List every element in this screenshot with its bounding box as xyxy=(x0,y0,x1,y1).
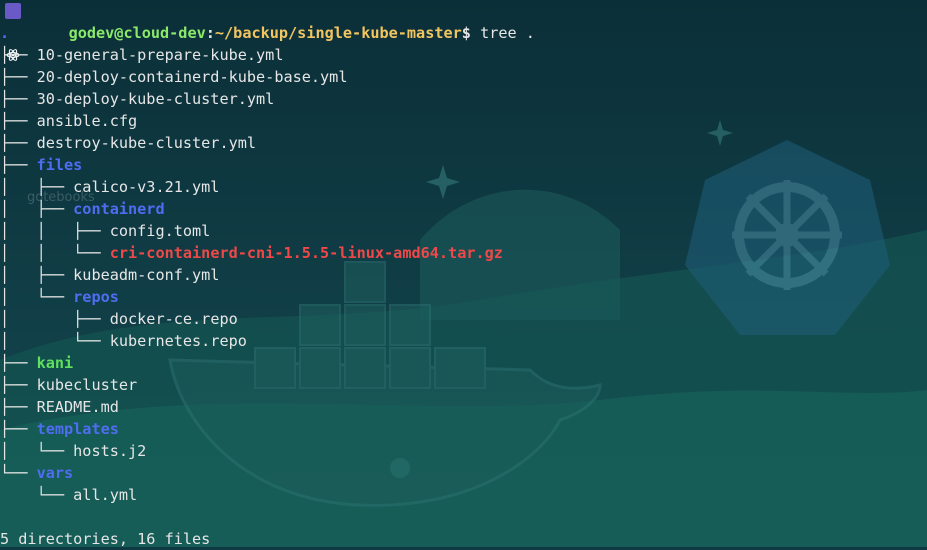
terminal-output[interactable]: godev@cloud-dev:~/backup/single-kube-mas… xyxy=(0,0,927,548)
tree-branch: ├── xyxy=(0,420,37,438)
tree-directory-name: templates xyxy=(36,420,119,438)
prompt-line: godev@cloud-dev:~/backup/single-kube-mas… xyxy=(0,0,535,61)
tree-entry: │ ├── calico-v3.21.yml xyxy=(0,176,219,198)
tree-entry: ├── templates xyxy=(0,418,119,440)
tree-file-name: config.toml xyxy=(109,222,211,240)
tree-entry: │ ├── docker-ce.repo xyxy=(0,308,238,330)
tree-entry: ├── kubecluster xyxy=(0,374,137,396)
tree-entry: │ └── kubernetes.repo xyxy=(0,330,247,352)
tree-entry: ├── files xyxy=(0,154,82,176)
tree-entry: └── vars xyxy=(0,462,73,484)
tree-entry: │ └── hosts.j2 xyxy=(0,440,146,462)
tree-branch: ├── xyxy=(0,376,37,394)
tree-branch: │ │ └── xyxy=(0,244,110,262)
tree-file-name: kubecluster xyxy=(36,376,138,394)
tree-root: . xyxy=(0,24,10,42)
tree-branch: ├── xyxy=(0,398,37,416)
react-atom-icon xyxy=(5,3,21,61)
tree-branch: ├── xyxy=(0,156,37,174)
tree-branch: └── xyxy=(0,486,74,504)
tree-file-name: ansible.cfg xyxy=(36,112,138,130)
tree-branch: ├── xyxy=(0,134,37,152)
tree-branch: │ ├── xyxy=(0,266,74,284)
tree-entry: │ │ ├── config.toml xyxy=(0,220,210,242)
tree-branch: │ │ ├── xyxy=(0,222,110,240)
tree-branch: ├── xyxy=(0,90,37,108)
tree-entry: ├── 20-deploy-containerd-kube-base.yml xyxy=(0,66,347,88)
tree-branch: │ └── xyxy=(0,332,110,350)
tree-entry: │ │ └── cri-containerd-cni-1.5.5-linux-a… xyxy=(0,242,503,264)
tree-file-name: all.yml xyxy=(73,486,138,504)
tree-branch: │ └── xyxy=(0,442,74,460)
tree-file-name: README.md xyxy=(36,398,119,416)
tree-file-name: kani xyxy=(36,354,74,372)
tree-file-name: hosts.j2 xyxy=(73,442,147,460)
tree-entry: │ ├── containerd xyxy=(0,198,165,220)
tree-file-name: calico-v3.21.yml xyxy=(73,178,220,196)
tree-entry: │ ├── kubeadm-conf.yml xyxy=(0,264,219,286)
tree-entry: ├── destroy-kube-cluster.yml xyxy=(0,132,256,154)
tree-file-name: docker-ce.repo xyxy=(109,310,238,328)
tree-branch: ├── xyxy=(0,46,37,64)
tree-branch: ├── xyxy=(0,68,37,86)
tree-file-name: kubernetes.repo xyxy=(109,332,247,350)
prompt-symbol: $ xyxy=(461,24,471,42)
tree-directory-name: containerd xyxy=(73,200,165,218)
tree-branch: │ ├── xyxy=(0,310,110,328)
tree-file-name: 30-deploy-kube-cluster.yml xyxy=(36,90,275,108)
prompt-user-host: godev@cloud-dev xyxy=(68,24,206,42)
tree-branch: └── xyxy=(0,464,37,482)
tree-file-name: 20-deploy-containerd-kube-base.yml xyxy=(36,68,348,86)
tree-directory-name: repos xyxy=(73,288,119,306)
tree-branch: │ └── xyxy=(0,288,74,306)
tree-file-name: kubeadm-conf.yml xyxy=(73,266,220,284)
tree-entry: ├── 10-general-prepare-kube.yml xyxy=(0,44,283,66)
tree-entry: ├── ansible.cfg xyxy=(0,110,137,132)
tree-branch: ├── xyxy=(0,112,37,130)
tree-entry: │ └── repos xyxy=(0,286,119,308)
tree-branch: ├── xyxy=(0,354,37,372)
prompt-command: tree . xyxy=(480,24,535,42)
prompt-path: ~/backup/single-kube-master xyxy=(214,24,462,42)
tree-file-name: destroy-kube-cluster.yml xyxy=(36,134,257,152)
tree-branch: │ ├── xyxy=(0,178,74,196)
tree-file-name: cri-containerd-cni-1.5.5-linux-amd64.tar… xyxy=(109,244,503,262)
tree-entry: └── all.yml xyxy=(0,484,138,506)
tree-entry: ├── 30-deploy-kube-cluster.yml xyxy=(0,88,274,110)
tree-branch: │ ├── xyxy=(0,200,74,218)
prompt-separator: : xyxy=(205,24,215,42)
tree-entry: ├── kani xyxy=(0,352,73,374)
tree-file-name: 10-general-prepare-kube.yml xyxy=(36,46,284,64)
tree-directory-name: vars xyxy=(36,464,74,482)
tree-entry: ├── README.md xyxy=(0,396,119,418)
tree-directory-name: files xyxy=(36,156,83,174)
